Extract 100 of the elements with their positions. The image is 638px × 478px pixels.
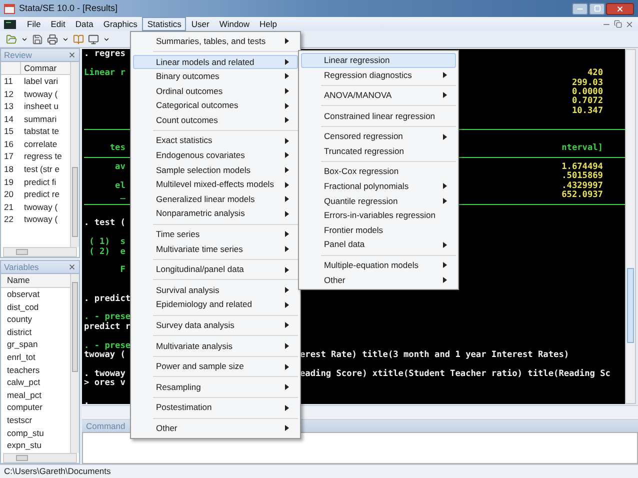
variable-name[interactable]: expn_stu bbox=[1, 439, 70, 452]
variable-name[interactable]: county bbox=[1, 313, 70, 326]
caret-icon[interactable] bbox=[103, 36, 110, 42]
menu-item[interactable]: Exact statistics bbox=[133, 134, 298, 148]
caret-icon[interactable] bbox=[62, 36, 69, 42]
menu-item[interactable]: Generalized linear models bbox=[133, 192, 298, 207]
variable-name[interactable]: dist_cod bbox=[1, 300, 70, 314]
close-icon[interactable] bbox=[68, 51, 76, 59]
command-entry[interactable]: insheet u bbox=[21, 100, 58, 113]
menu-item[interactable]: Resampling bbox=[133, 380, 298, 394]
menu-item[interactable]: Sample selection models bbox=[133, 162, 298, 178]
menu-item[interactable]: Epidemiology and related bbox=[133, 298, 298, 312]
close-icon[interactable] bbox=[625, 20, 634, 28]
menu-item[interactable]: Errors-in-variables regression bbox=[301, 208, 456, 223]
menu-item[interactable]: Multiple-equation models bbox=[301, 258, 456, 273]
command-entry[interactable]: regress te bbox=[21, 150, 62, 164]
menu-item[interactable]: Multilevel mixed-effects models bbox=[133, 177, 298, 192]
command-entry[interactable]: predict fi bbox=[21, 176, 56, 188]
row-number: 13 bbox=[3, 100, 14, 113]
command-entry[interactable]: twoway ( bbox=[21, 213, 58, 226]
menu-item[interactable]: Multivariate time series bbox=[133, 242, 298, 256]
results-text: . regres bbox=[84, 50, 126, 59]
vertical-scrollbar[interactable] bbox=[70, 62, 79, 247]
menu-item[interactable]: Censored regression bbox=[301, 129, 456, 144]
menu-item[interactable]: Binary outcomes bbox=[133, 69, 298, 84]
command-entry[interactable]: twoway ( bbox=[21, 200, 58, 214]
menu-item[interactable]: Count outcomes bbox=[133, 112, 298, 128]
menu-item[interactable]: User bbox=[186, 17, 214, 31]
print-icon[interactable] bbox=[47, 34, 58, 44]
menu-item[interactable]: Postestimation bbox=[133, 400, 298, 416]
menu-item[interactable]: Fractional polynomials bbox=[301, 179, 456, 194]
variable-name[interactable]: observat bbox=[1, 288, 70, 301]
menu-item[interactable]: Longitudinal/panel data bbox=[133, 262, 298, 277]
variable-name[interactable]: district bbox=[1, 326, 70, 338]
row-number: 18 bbox=[3, 163, 14, 176]
row-number: 19 bbox=[3, 176, 14, 188]
menu-item[interactable]: File bbox=[22, 17, 46, 31]
menu-item[interactable]: Other bbox=[301, 272, 456, 288]
menu-item[interactable]: Statistics bbox=[142, 17, 186, 31]
menu-item[interactable]: Graphics bbox=[98, 17, 142, 31]
command-entry[interactable]: label vari bbox=[21, 74, 58, 88]
results-text: predict r bbox=[84, 322, 131, 332]
menu-item[interactable]: Box-Cox regression bbox=[301, 164, 456, 180]
menu-item[interactable]: Data bbox=[70, 17, 98, 31]
menu-item[interactable]: Edit bbox=[46, 17, 70, 31]
command-entry[interactable]: twoway ( bbox=[21, 88, 58, 100]
variable-name[interactable]: testscr bbox=[1, 414, 70, 427]
menu-item[interactable]: Constrained linear regression bbox=[301, 108, 456, 124]
command-entry[interactable]: tabstat te bbox=[21, 125, 59, 138]
menu-item[interactable]: Quantile regression bbox=[301, 194, 456, 208]
menu-item[interactable]: Survey data analysis bbox=[133, 318, 298, 333]
caret-icon[interactable] bbox=[21, 36, 28, 42]
close-icon[interactable] bbox=[68, 263, 76, 271]
menu-item[interactable]: Categorical outcomes bbox=[133, 98, 298, 113]
horizontal-scrollbar[interactable] bbox=[3, 247, 77, 257]
menu-item[interactable]: Truncated regression bbox=[301, 144, 456, 159]
menu-item[interactable]: Regression diagnostics bbox=[301, 68, 456, 82]
variable-name[interactable]: calw_pct bbox=[1, 376, 70, 389]
restore-icon[interactable] bbox=[614, 20, 622, 28]
close-button[interactable] bbox=[606, 2, 634, 14]
menu-item[interactable]: Survival analysis bbox=[133, 282, 298, 298]
menu-item[interactable]: Other bbox=[133, 421, 298, 436]
row-number: 16 bbox=[3, 138, 14, 151]
variable-name[interactable]: gr_span bbox=[1, 338, 70, 351]
minimize-button[interactable] bbox=[572, 2, 588, 14]
command-entry[interactable]: summari bbox=[21, 112, 57, 126]
menu-item[interactable]: Window bbox=[214, 17, 255, 31]
menu-item[interactable]: Ordinal outcomes bbox=[133, 84, 298, 98]
menu-item[interactable]: Power and sample size bbox=[133, 359, 298, 374]
results-text: twoway ( bbox=[84, 350, 126, 360]
menu-item[interactable]: Help bbox=[254, 17, 282, 31]
menu-item[interactable]: Time series bbox=[133, 227, 298, 242]
menu-item[interactable]: ANOVA/MANOVA bbox=[301, 88, 456, 103]
command-input[interactable] bbox=[82, 432, 638, 464]
menu-item[interactable]: Linear regression bbox=[301, 53, 456, 68]
menu-item[interactable]: Endogenous covariates bbox=[133, 148, 298, 163]
vertical-scrollbar[interactable] bbox=[70, 274, 79, 453]
open-folder-icon[interactable] bbox=[6, 34, 17, 44]
variable-name[interactable]: computer bbox=[1, 401, 70, 414]
menu-item[interactable]: Summaries, tables, and tests bbox=[133, 34, 298, 49]
command-entry[interactable]: test (str e bbox=[21, 163, 60, 176]
save-icon[interactable] bbox=[32, 34, 43, 44]
menu-item[interactable]: Frontier models bbox=[301, 222, 456, 238]
command-entry[interactable]: predict re bbox=[21, 188, 60, 202]
book-icon[interactable] bbox=[73, 34, 84, 44]
horizontal-scrollbar[interactable] bbox=[3, 453, 77, 463]
menu-item[interactable]: Multivariate analysis bbox=[133, 338, 298, 354]
maximize-icon bbox=[594, 5, 600, 12]
variable-name[interactable]: teachers bbox=[1, 364, 70, 376]
menu-item[interactable]: Panel data bbox=[301, 238, 456, 252]
viewer-icon[interactable] bbox=[88, 34, 99, 44]
menu-item[interactable]: Nonparametric analysis bbox=[133, 206, 298, 222]
results-text: ( 2) e bbox=[88, 248, 126, 256]
variable-name[interactable]: comp_stu bbox=[1, 426, 70, 440]
variable-name[interactable]: enrl_tot bbox=[1, 350, 70, 364]
menu-item[interactable]: Linear models and related bbox=[133, 54, 298, 70]
vertical-scrollbar[interactable] bbox=[625, 49, 636, 404]
command-entry[interactable]: correlate bbox=[21, 138, 58, 151]
variable-name[interactable]: meal_pct bbox=[1, 388, 70, 402]
maximize-button[interactable] bbox=[589, 2, 605, 14]
